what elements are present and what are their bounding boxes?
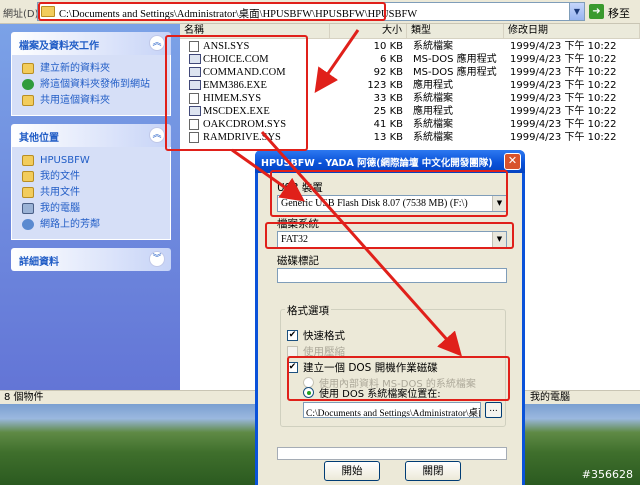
arrow-files-to-device [231,148,305,202]
annotation-arrows [231,29,462,357]
arrow-address-to-files [314,29,360,93]
arrow-files-to-dospath [260,131,462,357]
